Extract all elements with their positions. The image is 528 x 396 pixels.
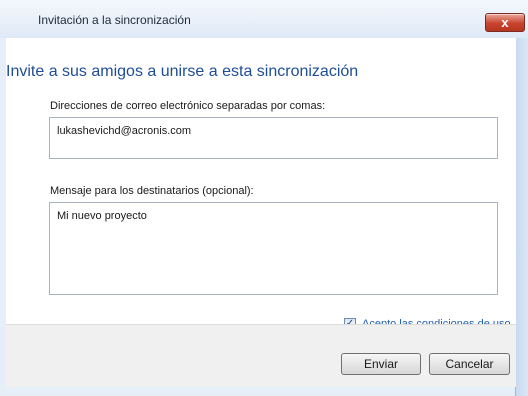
- cancel-button[interactable]: Cancelar: [429, 353, 510, 375]
- emails-value: lukashevichd@acronis.com: [57, 125, 192, 137]
- emails-label: Direcciones de correo electrónico separa…: [50, 100, 326, 112]
- emails-field[interactable]: lukashevichd@acronis.com: [49, 117, 498, 159]
- window-frame: [515, 0, 528, 396]
- message-field[interactable]: Mi nuevo proyecto: [49, 202, 498, 295]
- message-value: Mi nuevo proyecto: [57, 210, 147, 222]
- page-title: Invite a sus amigos a unirse a esta sinc…: [6, 63, 359, 80]
- button-bar: Enviar Cancelar: [6, 324, 516, 387]
- send-button[interactable]: Enviar: [341, 353, 421, 375]
- close-button[interactable]: x: [485, 13, 525, 32]
- message-label: Mensaje para los destinatarios (opcional…: [50, 185, 254, 197]
- window-title: Invitación a la sincronización: [38, 13, 191, 27]
- title-bar: Invitación a la sincronización x: [0, 0, 528, 38]
- close-icon: x: [501, 15, 509, 30]
- dialog-window: Invitación a la sincronización x Invite …: [0, 0, 528, 396]
- dialog-content: Invite a sus amigos a unirse a esta sinc…: [6, 38, 516, 387]
